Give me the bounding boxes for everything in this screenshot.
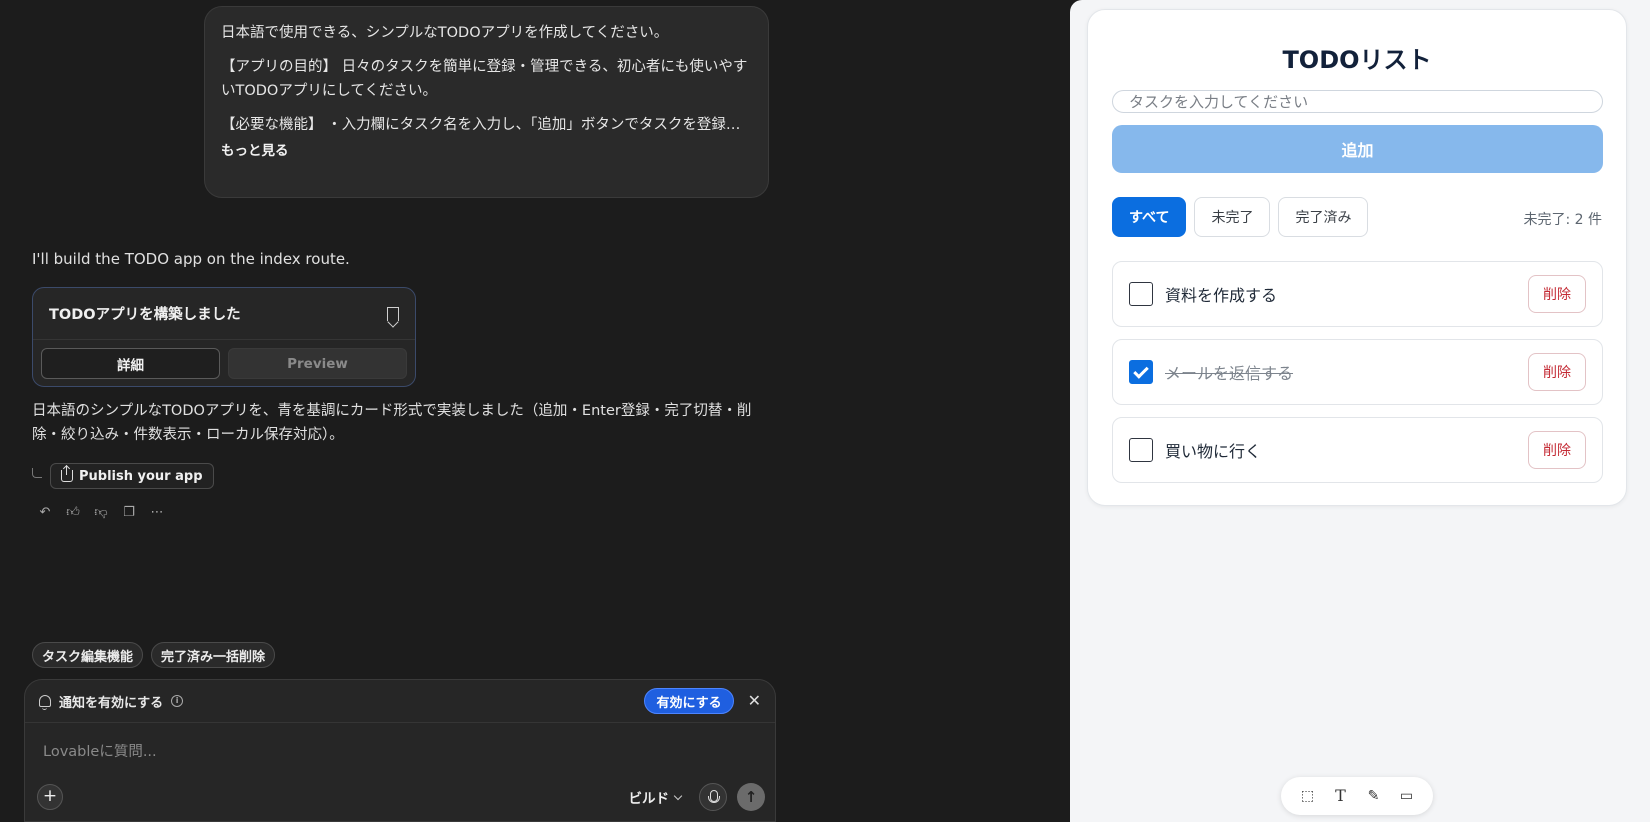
bell-icon bbox=[39, 695, 51, 710]
task-checkbox[interactable] bbox=[1129, 282, 1153, 306]
close-icon[interactable]: ✕ bbox=[748, 693, 761, 709]
artifact-buttons: 詳細 Preview bbox=[33, 340, 415, 386]
task-item: 資料を作成する 削除 bbox=[1112, 261, 1603, 327]
mode-select[interactable]: ビルド bbox=[628, 787, 683, 807]
task-item: メールを返信する 削除 bbox=[1112, 339, 1603, 405]
thread-connector bbox=[32, 468, 42, 478]
mode-label: ビルド bbox=[628, 791, 670, 807]
publish-label: Publish your app bbox=[79, 468, 203, 484]
publish-app-button[interactable]: Publish your app bbox=[50, 463, 214, 489]
artifact-title: TODOアプリを構築しました bbox=[49, 307, 241, 323]
microphone-button[interactable] bbox=[699, 783, 727, 811]
details-button[interactable]: 詳細 bbox=[41, 348, 220, 379]
bookmark-icon[interactable] bbox=[387, 306, 399, 321]
preview-button[interactable]: Preview bbox=[228, 348, 407, 379]
select-element-icon[interactable]: ⬚ bbox=[1300, 788, 1316, 804]
notification-bar: 通知を有効にする i 有効にする ✕ bbox=[25, 680, 775, 723]
todo-card: TODOリスト 追加 すべて 未完了 完了済み 未完了: 2 件 資料を作成する… bbox=[1087, 9, 1627, 506]
comment-icon[interactable]: ▭ bbox=[1399, 788, 1415, 804]
task-label: 買い物に行く bbox=[1165, 442, 1262, 461]
remaining-count: 未完了: 2 件 bbox=[1523, 212, 1602, 228]
task-item: 買い物に行く 削除 bbox=[1112, 417, 1603, 483]
copy-icon[interactable]: ❐ bbox=[122, 506, 136, 520]
filter-all[interactable]: すべて bbox=[1112, 197, 1187, 237]
composer-right-controls: ビルド ↑ bbox=[628, 783, 765, 811]
suggestion-chips: タスク編集機能 完了済み一括削除 bbox=[32, 642, 276, 668]
upload-icon bbox=[61, 466, 73, 482]
notification-text-group: 通知を有効にする i bbox=[39, 692, 184, 711]
user-message-bubble: 日本語で使用できる、シンプルなTODOアプリを作成してください。 【アプリの目的… bbox=[204, 6, 769, 198]
task-label: 資料を作成する bbox=[1165, 286, 1278, 305]
chevron-down-icon bbox=[673, 791, 683, 800]
chat-input[interactable] bbox=[43, 744, 743, 760]
assistant-intro-text: I'll build the TODO app on the index rou… bbox=[32, 250, 350, 268]
delete-task-button[interactable]: 削除 bbox=[1528, 275, 1586, 313]
info-icon[interactable]: i bbox=[171, 695, 184, 707]
enable-notifications-button[interactable]: 有効にする bbox=[644, 688, 734, 714]
artifact-header: TODOアプリを構築しました bbox=[33, 288, 415, 340]
task-input[interactable] bbox=[1112, 90, 1603, 113]
task-label: メールを返信する bbox=[1165, 364, 1294, 383]
artifact-card: TODOアプリを構築しました 詳細 Preview bbox=[32, 287, 416, 387]
notification-text: 通知を有効にする bbox=[59, 695, 164, 711]
more-options-icon[interactable]: ⋯ bbox=[150, 506, 164, 520]
filter-incomplete[interactable]: 未完了 bbox=[1194, 197, 1271, 237]
task-checkbox[interactable] bbox=[1129, 438, 1153, 462]
show-more-link[interactable]: もっと見る bbox=[221, 139, 289, 163]
notification-actions: 有効にする ✕ bbox=[644, 688, 761, 714]
add-task-button[interactable]: 追加 bbox=[1112, 125, 1603, 173]
assistant-summary-text: 日本語のシンプルなTODOアプリを、青を基調にカード形式で実装しました（追加・E… bbox=[32, 403, 752, 443]
composer-toolbar: + ビルド ↑ bbox=[37, 783, 765, 811]
task-list: 資料を作成する 削除 メールを返信する 削除 買い物に行く 削除 bbox=[1112, 261, 1603, 495]
suggestion-chip[interactable]: 完了済み一括削除 bbox=[151, 642, 276, 668]
preview-edit-toolbar: ⬚ T ✎ ▭ bbox=[1281, 777, 1433, 815]
delete-task-button[interactable]: 削除 bbox=[1528, 431, 1586, 469]
chat-pane: 日本語で使用できる、シンプルなTODOアプリを作成してください。 【アプリの目的… bbox=[0, 0, 1070, 822]
filter-tabs: すべて 未完了 完了済み bbox=[1112, 197, 1369, 237]
user-message-line: 【必要な機能】 ・入力欄にタスク名を入力し、「追加」ボタンでタスクを登録できる … bbox=[221, 117, 752, 133]
add-attachment-button[interactable]: + bbox=[37, 784, 63, 810]
undo-icon[interactable]: ↶ bbox=[38, 506, 52, 520]
check-icon bbox=[1133, 362, 1149, 379]
publish-row: Publish your app bbox=[32, 463, 214, 489]
app-preview-pane: TODOリスト 追加 すべて 未完了 完了済み 未完了: 2 件 資料を作成する… bbox=[1070, 0, 1650, 822]
task-checkbox[interactable] bbox=[1129, 360, 1153, 384]
filter-completed[interactable]: 完了済み bbox=[1278, 197, 1369, 237]
text-tool-icon[interactable]: T bbox=[1333, 788, 1349, 804]
thumbs-down-icon[interactable]: 👎︎ bbox=[94, 506, 108, 520]
message-actions: ↶ 👍︎ 👎︎ ❐ ⋯ bbox=[38, 506, 164, 520]
suggestion-chip[interactable]: タスク編集機能 bbox=[32, 642, 144, 668]
todo-title: TODOリスト bbox=[1282, 46, 1432, 74]
user-message-line: 日本語で使用できる、シンプルなTODOアプリを作成してください。 bbox=[221, 25, 669, 41]
delete-task-button[interactable]: 削除 bbox=[1528, 353, 1586, 391]
send-button[interactable]: ↑ bbox=[737, 783, 765, 811]
user-message-line: 【アプリの目的】 日々のタスクを簡単に登録・管理できる、初心者にも使いやすいTO… bbox=[221, 59, 748, 99]
chat-composer: 通知を有効にする i 有効にする ✕ + ビルド ↑ bbox=[24, 679, 776, 822]
pencil-icon[interactable]: ✎ bbox=[1366, 788, 1382, 804]
thumbs-up-icon[interactable]: 👍︎ bbox=[66, 506, 80, 520]
